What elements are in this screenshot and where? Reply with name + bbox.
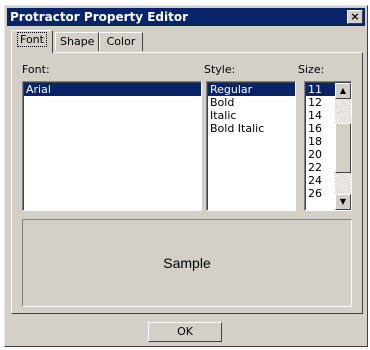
size-list[interactable]: 11 12 14 16 18 20 22 24 26 ▲ ▼ <box>304 81 352 211</box>
font-label: Font: <box>22 63 50 76</box>
scroll-thumb[interactable] <box>335 123 351 173</box>
size-list-item[interactable]: 11 <box>306 83 335 96</box>
size-scrollbar[interactable]: ▲ ▼ <box>335 83 351 210</box>
sample-preview: Sample <box>22 219 352 307</box>
tab-shape-label: Shape <box>60 35 95 48</box>
tab-font-label: Font <box>17 32 47 47</box>
size-list-item[interactable]: 14 <box>306 109 335 122</box>
close-button[interactable]: × <box>347 10 363 24</box>
tab-font[interactable]: Font <box>11 30 53 53</box>
scroll-down-arrow-icon[interactable]: ▼ <box>335 194 351 210</box>
size-list-item[interactable]: 16 <box>306 122 335 135</box>
tab-shape[interactable]: Shape <box>55 32 99 51</box>
size-list-item[interactable]: 12 <box>306 96 335 109</box>
size-list-item[interactable]: 18 <box>306 135 335 148</box>
ok-button[interactable]: OK <box>148 322 222 342</box>
title-bar[interactable]: Protractor Property Editor × <box>7 8 365 26</box>
size-list-item[interactable]: 22 <box>306 161 335 174</box>
tab-color[interactable]: Color <box>99 32 143 51</box>
font-tab-panel: Font: Style: Size: Arial Regular Bold It… <box>11 52 363 314</box>
size-list-item[interactable]: 26 <box>306 187 335 200</box>
property-editor-dialog: Protractor Property Editor × Font Shape … <box>4 5 368 347</box>
tab-color-label: Color <box>106 35 136 48</box>
style-list-item[interactable]: Bold <box>208 96 295 109</box>
scroll-up-arrow-icon[interactable]: ▲ <box>335 83 351 99</box>
window-title: Protractor Property Editor <box>10 10 189 24</box>
font-list[interactable]: Arial <box>22 81 202 211</box>
size-list-item[interactable]: 24 <box>306 174 335 187</box>
style-list-item[interactable]: Italic <box>208 109 295 122</box>
style-list-item[interactable]: Bold Italic <box>208 122 295 135</box>
font-list-item[interactable]: Arial <box>24 83 201 96</box>
style-label: Style: <box>204 63 236 76</box>
style-list[interactable]: Regular Bold Italic Bold Italic <box>206 81 296 211</box>
size-label: Size: <box>298 63 325 76</box>
size-list-item[interactable]: 20 <box>306 148 335 161</box>
style-list-item[interactable]: Regular <box>208 83 295 96</box>
